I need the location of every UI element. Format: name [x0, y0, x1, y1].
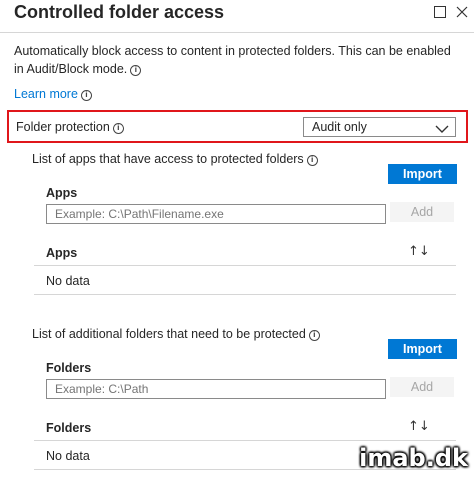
apps-field-label: Apps: [46, 186, 78, 200]
folders-section-title-text: List of additional folders that need to …: [32, 327, 306, 341]
folder-protection-dropdown[interactable]: Audit only: [303, 117, 456, 137]
folders-path-input[interactable]: [46, 379, 386, 399]
header-divider: [0, 32, 474, 33]
apps-section-title: List of apps that have access to protect…: [32, 152, 318, 166]
page-title: Controlled folder access: [14, 2, 225, 22]
apps-column-header[interactable]: Apps: [46, 246, 77, 260]
folders-table-divider: [34, 440, 456, 441]
info-icon[interactable]: i: [308, 330, 320, 341]
apps-table-divider: [34, 265, 456, 266]
folders-section-title: List of additional folders that need to …: [32, 327, 320, 341]
maximize-icon[interactable]: [432, 4, 448, 20]
dropdown-selected-value: Audit only: [312, 120, 367, 134]
info-icon[interactable]: i: [80, 90, 92, 101]
folders-empty-text: No data: [46, 449, 90, 463]
description: Automatically block access to content in…: [14, 42, 454, 78]
sort-icon[interactable]: ↑↓: [408, 244, 430, 259]
info-icon[interactable]: i: [306, 155, 318, 166]
learn-more-text: Learn more: [14, 87, 78, 101]
close-icon[interactable]: [454, 4, 470, 20]
apps-empty-text: No data: [46, 274, 90, 288]
apps-section-title-text: List of apps that have access to protect…: [32, 152, 304, 166]
folders-add-button[interactable]: Add: [390, 377, 454, 397]
info-icon[interactable]: i: [112, 123, 124, 134]
watermark: imab.dk: [359, 444, 468, 472]
apps-import-button[interactable]: Import: [388, 164, 457, 184]
folders-column-header[interactable]: Folders: [46, 421, 91, 435]
learn-more-link[interactable]: Learn more i: [14, 87, 92, 101]
chevron-down-icon: [435, 121, 449, 139]
apps-add-button[interactable]: Add: [390, 202, 454, 222]
description-text: Automatically block access to content in…: [14, 44, 451, 76]
folder-protection-label-text: Folder protection: [16, 120, 110, 134]
info-icon[interactable]: i: [130, 65, 142, 76]
apps-table-bottom-divider: [34, 294, 456, 295]
folders-field-label: Folders: [46, 361, 92, 375]
folder-protection-label: Folder protection i: [16, 120, 124, 134]
apps-path-input[interactable]: [46, 204, 386, 224]
sort-icon[interactable]: ↑↓: [408, 419, 430, 434]
folders-import-button[interactable]: Import: [388, 339, 457, 359]
